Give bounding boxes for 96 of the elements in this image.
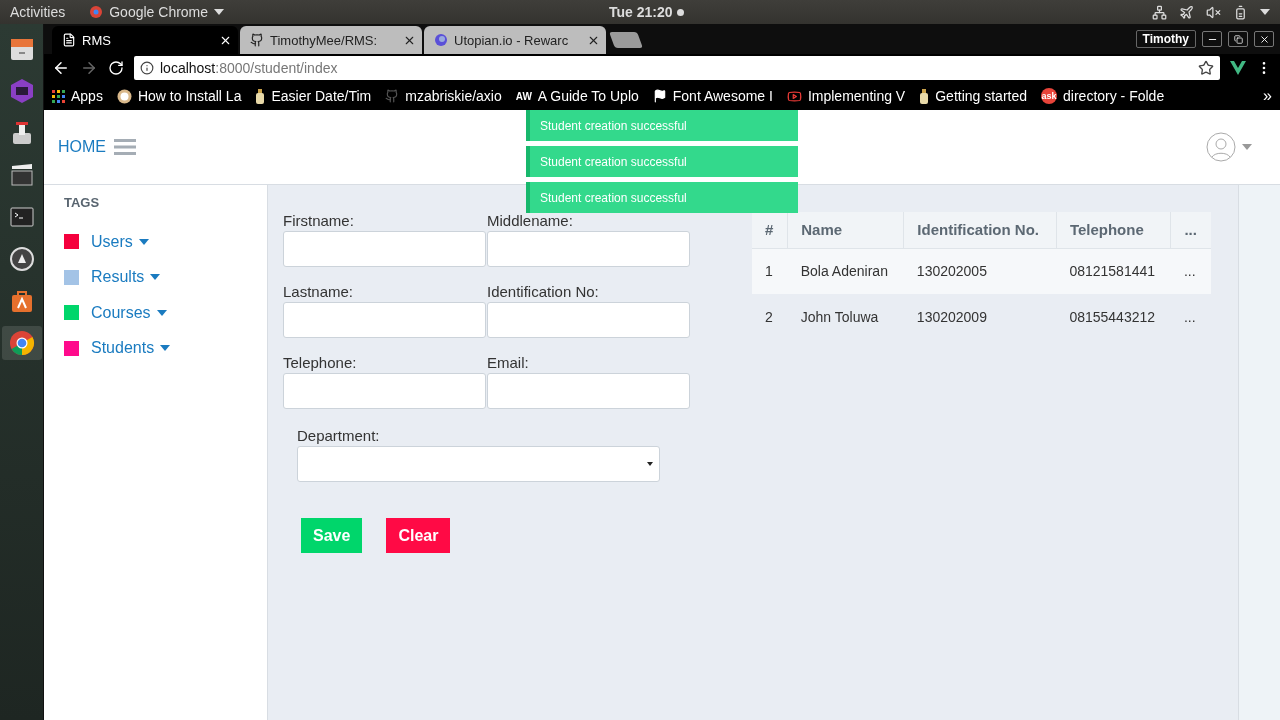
site-logo: AW	[515, 90, 532, 102]
caret-icon	[1242, 144, 1252, 150]
bookmark[interactable]: How to Install La	[116, 88, 242, 104]
network-icon[interactable]	[1152, 4, 1167, 20]
dropdown-caret-icon	[647, 462, 653, 466]
column-header: #	[752, 212, 788, 248]
site-logo: ask	[1041, 88, 1058, 104]
browser-tab[interactable]: RMS	[52, 26, 238, 54]
back-icon[interactable]	[52, 59, 70, 77]
column-header: Name	[787, 212, 904, 248]
chrome-icon	[89, 5, 104, 19]
input-field[interactable]	[487, 302, 690, 338]
info-icon	[140, 61, 154, 75]
clear-button[interactable]: Clear	[386, 518, 451, 553]
bookmark[interactable]: Getting started	[919, 88, 1028, 104]
address-bar[interactable]: localhost:8000/student/index	[134, 56, 1220, 80]
airplane-icon[interactable]	[1179, 4, 1194, 20]
muted-speaker-icon[interactable]	[1206, 4, 1221, 20]
table-cell: 130202009	[903, 294, 1057, 340]
home-link[interactable]: HOME	[58, 138, 106, 156]
success-toast: Student creation successful	[526, 182, 798, 213]
star-icon[interactable]	[1198, 60, 1214, 76]
field-label: Middlename:	[487, 212, 574, 229]
bookmark[interactable]: Easier Date/Tim	[255, 88, 372, 104]
table-cell: 2	[752, 294, 788, 340]
input-field[interactable]	[283, 302, 486, 338]
bookmark[interactable]: mzabriskie/axio	[385, 88, 502, 104]
table-cell: 130202005	[903, 248, 1057, 294]
badge-icon	[116, 88, 132, 104]
caret-icon	[214, 9, 225, 15]
tag-link[interactable]: Results	[91, 268, 161, 287]
caret-icon	[160, 345, 171, 352]
profile-button[interactable]: Timothy	[1135, 30, 1196, 48]
clock[interactable]: Tue 21:20	[609, 4, 673, 20]
reload-icon[interactable]	[108, 60, 124, 76]
vue-icon[interactable]	[1230, 61, 1246, 75]
input-field[interactable]	[487, 373, 690, 409]
apps-grid-icon	[52, 89, 65, 103]
swirl-icon	[434, 33, 448, 47]
column-header: Telephone	[1056, 212, 1171, 248]
bottle-icon	[919, 88, 930, 104]
new-tab-button[interactable]	[609, 32, 643, 48]
minimize-button[interactable]	[1202, 31, 1222, 47]
caret-icon	[1260, 9, 1270, 15]
caret-icon	[138, 238, 149, 245]
browser-tab[interactable]: TimothyMee/RMS:	[240, 26, 422, 54]
video-icon	[786, 88, 802, 104]
column-header: Identification No.	[903, 212, 1057, 248]
forward-icon[interactable]	[80, 59, 98, 77]
chrome-icon[interactable]	[7, 329, 36, 357]
restore-icon	[1233, 34, 1243, 44]
field-label: Firstname:	[283, 212, 355, 229]
close-button[interactable]	[1254, 31, 1274, 47]
notification-dot	[676, 8, 684, 16]
flag-icon	[652, 89, 667, 103]
bookmark[interactable]: AW A Guide To Uplo	[515, 88, 639, 104]
battery-icon[interactable]	[1233, 4, 1248, 20]
tags-heading: TAGS	[64, 195, 101, 210]
success-toast: Student creation successful	[526, 110, 798, 141]
close-icon	[1258, 33, 1270, 45]
field-label: Identification No:	[487, 283, 600, 300]
updater-icon[interactable]	[7, 245, 36, 273]
input-field[interactable]	[283, 373, 486, 409]
bookmark[interactable]: Apps	[52, 88, 103, 104]
table-cell: John Toluwa	[787, 294, 904, 340]
tag-link[interactable]: Users	[91, 232, 149, 251]
input-field[interactable]	[283, 231, 486, 267]
column-header: ...	[1170, 212, 1211, 248]
bookmark[interactable]: ask directory - Folde	[1041, 88, 1165, 104]
more-bookmarks-button[interactable]: »	[1263, 87, 1272, 105]
github-icon	[385, 89, 400, 103]
field-label: Lastname:	[283, 283, 355, 300]
success-toast: Student creation successful	[526, 146, 798, 177]
caret-icon	[156, 309, 167, 316]
bottle-icon	[255, 88, 266, 104]
field-label: Department:	[297, 427, 381, 444]
document-icon	[62, 33, 76, 47]
table-cell: 08155443212	[1056, 294, 1171, 340]
field-label: Telephone:	[283, 354, 358, 371]
table-cell: 1	[752, 248, 788, 294]
restore-button[interactable]	[1228, 31, 1248, 47]
field-label: Email:	[487, 354, 530, 371]
table-cell: 08121581441	[1056, 248, 1171, 294]
bookmark[interactable]: Font Awesome I	[652, 88, 773, 104]
github-icon	[250, 33, 264, 47]
table-cell: ...	[1170, 294, 1211, 340]
input-field[interactable]	[487, 231, 690, 267]
app-menu[interactable]: Google Chrome	[109, 4, 209, 20]
bookmark[interactable]: Implementing V	[786, 88, 906, 104]
tag-link[interactable]: Courses	[91, 303, 167, 322]
table-cell: Bola Adeniran	[787, 248, 904, 294]
activities-button[interactable]: Activities	[10, 4, 66, 20]
caret-icon	[150, 274, 161, 281]
table-cell: ...	[1170, 248, 1211, 294]
browser-tab[interactable]: Utopian.io - Rewarc	[424, 26, 606, 54]
tag-link[interactable]: Students	[91, 339, 171, 358]
